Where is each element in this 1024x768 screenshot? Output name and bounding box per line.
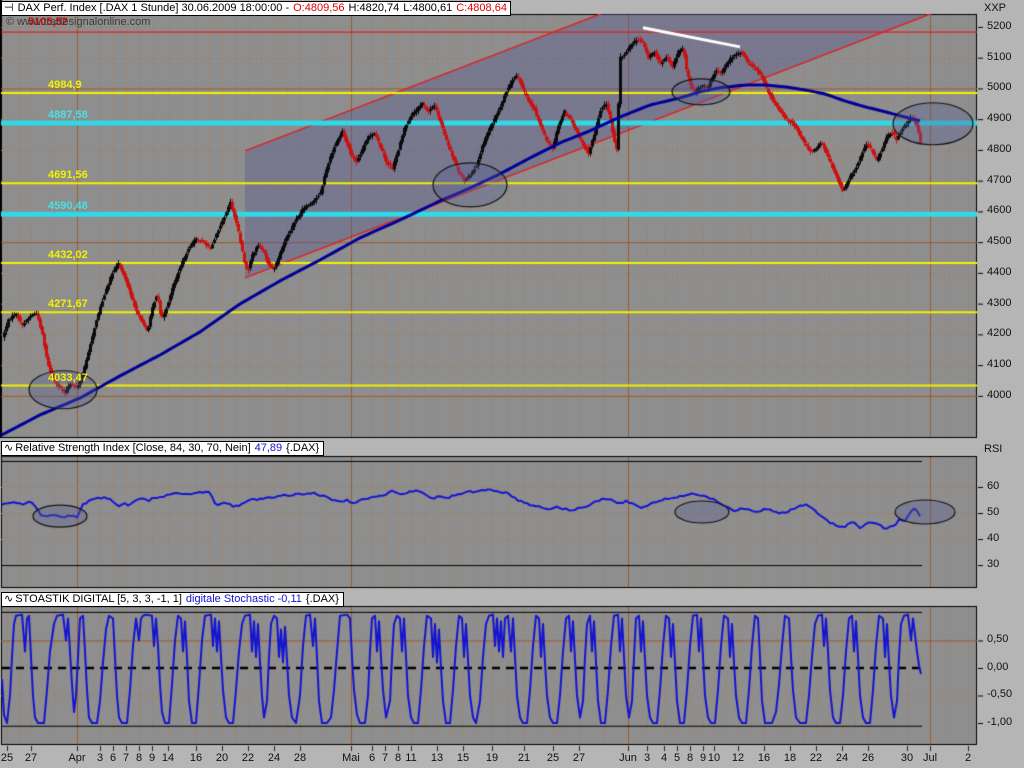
- date-tick-label: 11: [405, 752, 417, 764]
- date-tick-label: 14: [161, 752, 175, 764]
- yellow-level-label: 4984,9: [48, 79, 82, 92]
- date-tick-label: 12: [731, 752, 745, 764]
- date-tick-label: 20: [215, 752, 229, 764]
- chart-icon: ⊣: [4, 2, 14, 14]
- yellow-level-label: 4432,02: [48, 249, 88, 262]
- price-tick-label: 5200: [987, 19, 1012, 32]
- ohlc-high: H:4820,74: [348, 2, 400, 14]
- stoch-tick-label: -1,00: [987, 715, 1013, 728]
- date-tick-label: 19: [485, 752, 499, 764]
- chart-canvas[interactable]: [0, 0, 1024, 768]
- date-tick-label: 15: [456, 752, 470, 764]
- date-tick-label: 10: [707, 752, 721, 764]
- price-tick-label: 5100: [987, 50, 1012, 63]
- date-tick-label: 9: [148, 752, 156, 764]
- date-tick-label: 26: [861, 752, 875, 764]
- month-tick-label: Apr: [68, 752, 86, 764]
- wave-icon: ∿: [4, 442, 14, 454]
- stoch-tick-label: 0,50: [987, 633, 1009, 646]
- date-tick-label: 25: [546, 752, 560, 764]
- date-tick-label: 16: [757, 752, 771, 764]
- price-tick-label: 5000: [987, 81, 1012, 94]
- stoch-value: digitale Stochastic -0,11: [185, 593, 302, 605]
- date-tick-label: 3: [96, 752, 104, 764]
- cyan-level-label: 4590,48: [48, 200, 88, 213]
- rsi-value: 47,89: [254, 442, 283, 454]
- date-tick-label: 5: [673, 752, 681, 764]
- rsi-tick-label: 50: [987, 506, 1000, 519]
- date-tick-label: 30: [900, 752, 914, 764]
- price-tick-label: 4500: [987, 235, 1012, 248]
- cyan-level-label: 4887,58: [48, 108, 88, 121]
- date-tick-label: 7: [122, 752, 130, 764]
- date-tick-label: 2: [964, 752, 972, 764]
- date-tick-label: 22: [809, 752, 823, 764]
- price-tick-label: 4400: [987, 265, 1012, 278]
- rsi-symbol: {.DAX}: [286, 442, 320, 454]
- stoch-tick-label: 0,00: [987, 660, 1009, 673]
- date-tick-label: 25: [0, 752, 14, 764]
- price-tick-label: 4800: [987, 142, 1012, 155]
- rsi-header-label: Relative Strength Index [Close, 84, 30, …: [15, 442, 251, 454]
- price-tick-label: 4900: [987, 112, 1012, 125]
- stoch-header[interactable]: ∿ STOASTIK DIGITAL [5, 3, 3, -1, 1] digi…: [1, 592, 344, 607]
- stoch-tick-label: -0,50: [987, 688, 1013, 701]
- chart-title: DAX Perf. Index [.DAX 1 Stunde] 30.06.20…: [17, 2, 290, 14]
- price-tick-label: 4700: [987, 173, 1012, 186]
- chart-title-bar[interactable]: ⊣ DAX Perf. Index [.DAX 1 Stunde] 30.06.…: [1, 1, 511, 16]
- yellow-level-label: 4033,47: [48, 371, 88, 384]
- price-tick-label: 4100: [987, 358, 1012, 371]
- rsi-tick-label: 40: [987, 532, 1000, 545]
- price-tick-label: 4300: [987, 296, 1012, 309]
- date-tick-label: 3: [643, 752, 651, 764]
- date-tick-label: 21: [517, 752, 531, 764]
- yellow-level-label: 4271,67: [48, 298, 88, 311]
- date-tick-label: 18: [783, 752, 797, 764]
- date-tick-label: 6: [109, 752, 117, 764]
- rsi-header[interactable]: ∿ Relative Strength Index [Close, 84, 30…: [1, 441, 325, 456]
- price-tick-label: 4200: [987, 327, 1012, 340]
- ohlc-open: O:4809,56: [293, 2, 345, 14]
- yellow-level-label: 4691,56: [48, 169, 88, 182]
- ohlc-low: L:4800,61: [403, 2, 453, 14]
- date-tick-label: 13: [430, 752, 444, 764]
- date-tick-label: 27: [572, 752, 586, 764]
- stoch-symbol: {.DAX}: [305, 593, 339, 605]
- month-tick-label: Mai: [342, 752, 360, 764]
- date-tick-label: 8: [686, 752, 694, 764]
- date-tick-label: 9: [699, 752, 707, 764]
- price-axis-title: XXP: [984, 2, 1007, 14]
- date-tick-label: 8: [394, 752, 402, 764]
- date-tick-label: 24: [835, 752, 849, 764]
- date-tick-label: 27: [24, 752, 38, 764]
- date-tick-label: 22: [241, 752, 255, 764]
- date-tick-label: 7: [381, 752, 389, 764]
- rsi-tick-label: 30: [987, 558, 1000, 571]
- copyright-watermark: © www.tradesignalonline.com: [6, 16, 151, 28]
- date-tick-label: 28: [293, 752, 307, 764]
- date-tick-label: 24: [267, 752, 281, 764]
- price-tick-label: 4000: [987, 388, 1012, 401]
- date-tick-label: 8: [135, 752, 143, 764]
- chart-window: { "window": { "title_icon": "⊣", "title"…: [0, 0, 1024, 768]
- ohlc-close: C:4808,64: [456, 2, 507, 14]
- date-tick-label: 6: [368, 752, 376, 764]
- price-tick-label: 4600: [987, 204, 1012, 217]
- rsi-axis-title: RSI: [984, 443, 1003, 455]
- wave-icon: ∿: [4, 593, 14, 605]
- stoch-header-label: STOASTIK DIGITAL [5, 3, 3, -1, 1]: [15, 593, 182, 605]
- date-tick-label: 4: [660, 752, 668, 764]
- month-tick-label: Jun: [619, 752, 637, 764]
- rsi-tick-label: 60: [987, 479, 1000, 492]
- date-tick-label: 16: [189, 752, 203, 764]
- month-tick-label: Jul: [922, 752, 938, 764]
